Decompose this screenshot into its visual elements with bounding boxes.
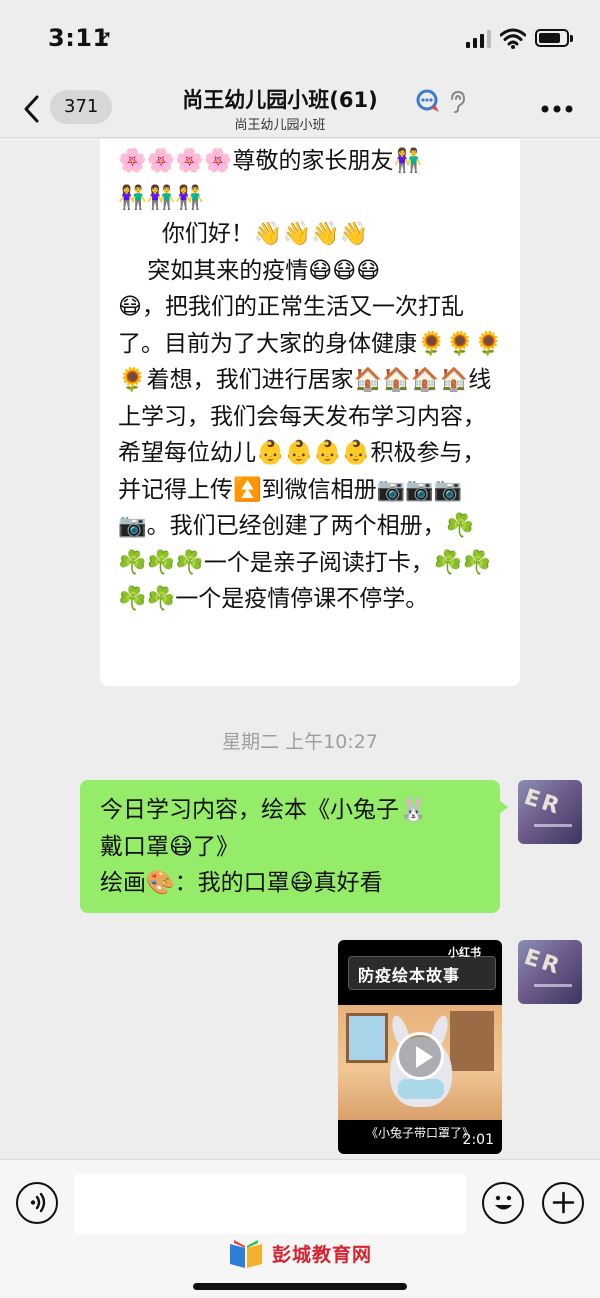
sender-avatar[interactable]: ER (518, 780, 582, 844)
emoji-icon (494, 1195, 512, 1210)
more-dots-icon[interactable] (540, 104, 574, 114)
battery-icon (535, 29, 573, 47)
chat-header: 371 尚王幼儿园小班(61) 尚王幼儿园小班 (0, 78, 600, 138)
incoming-message-text: 🌸🌸🌸🌸尊敬的家长朋友👫 👫👫👫 你们好！👋👋👋👋 突如其来的疫情😷😷😷 😷，把… (118, 148, 503, 612)
location-arrow-icon: ➚ (98, 27, 113, 47)
unread-count-badge[interactable]: 371 (50, 90, 113, 124)
book-logo-icon (230, 1240, 262, 1268)
chevron-left-icon[interactable] (22, 94, 40, 124)
outgoing-message-text: 今日学习内容，绘本《小兔子🐰 戴口罩😷了》 绘画🎨：我的口罩😷真好看 (100, 797, 428, 896)
watermark-logo: 彭城教育网 (226, 1236, 386, 1272)
voice-button[interactable] (16, 1182, 58, 1224)
wifi-icon (500, 28, 526, 49)
message-list[interactable]: 🌸🌸🌸🌸尊敬的家长朋友👫 👫👫👫 你们好！👋👋👋👋 突如其来的疫情😷😷😷 😷，把… (0, 139, 600, 1159)
chat-title: 尚王幼儿园小班(61) (182, 88, 378, 112)
home-indicator[interactable] (193, 1283, 407, 1290)
input-bar: 彭城教育网 (0, 1159, 600, 1298)
video-message[interactable]: 防疫绘本故事 小红书 《小兔子带口罩了》 2:01 (338, 940, 502, 1154)
outgoing-message-bubble[interactable]: 今日学习内容，绘本《小兔子🐰 戴口罩😷了》 绘画🎨：我的口罩😷真好看 (80, 780, 508, 913)
group-chat-icon (416, 89, 439, 112)
play-icon[interactable] (396, 1032, 444, 1080)
voice-icon (30, 1192, 45, 1213)
video-brand-label: 小红书 (448, 946, 481, 959)
emoji-button[interactable] (482, 1182, 524, 1224)
ear-icon (451, 90, 466, 113)
plus-button[interactable] (542, 1182, 584, 1224)
message-input[interactable] (74, 1174, 466, 1234)
plus-icon (552, 1191, 574, 1214)
watermark-text: 彭城教育网 (272, 1244, 373, 1266)
message-timestamp: 星期二 上午10:27 (222, 731, 378, 753)
video-banner-title: 防疫绘本故事 (358, 966, 461, 985)
sender-avatar[interactable]: ER (518, 940, 582, 1004)
status-bar: 3:11 ➚ (0, 0, 600, 78)
chat-subtitle: 尚王幼儿园小班 (234, 118, 326, 133)
signal-bars-icon (466, 30, 491, 48)
video-duration: 2:01 (462, 1132, 494, 1148)
